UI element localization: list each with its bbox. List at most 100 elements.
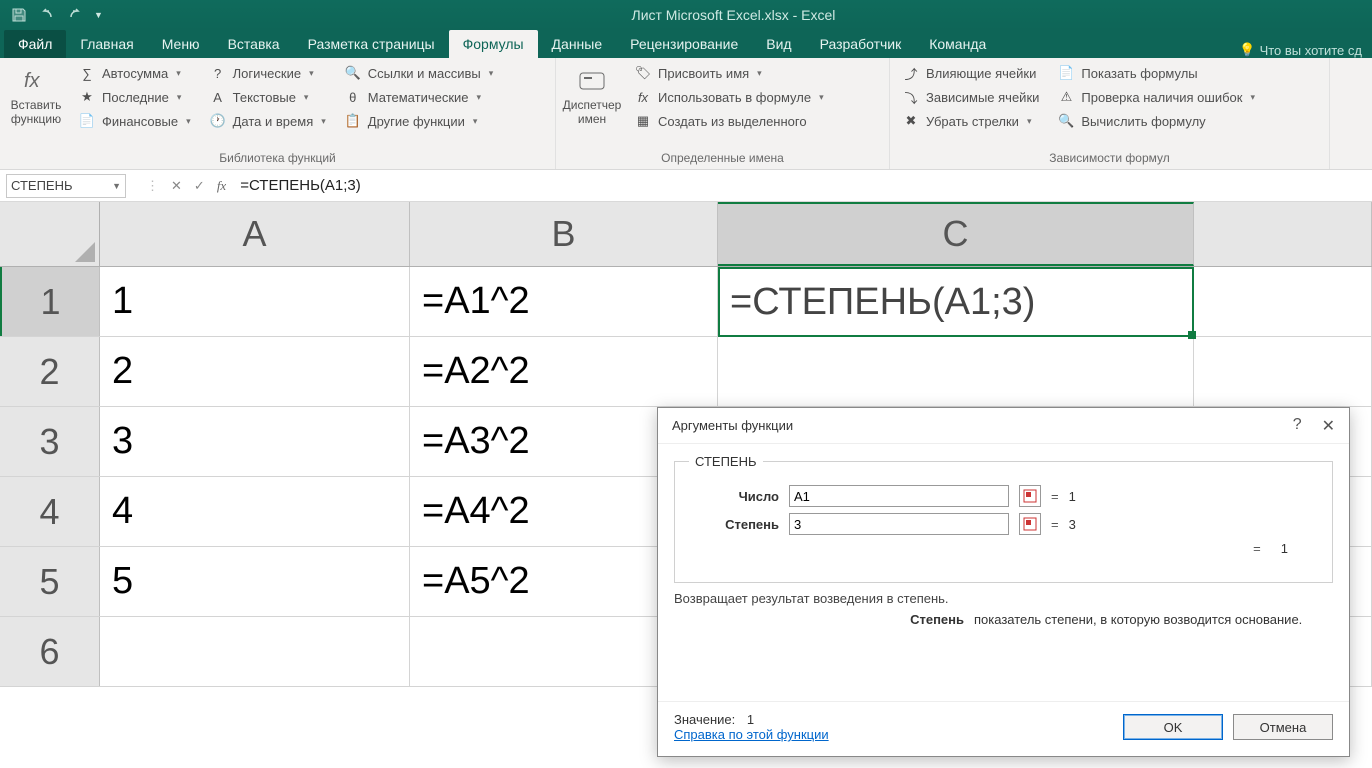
col-header-A[interactable]: A [100, 202, 410, 266]
function-name: СТЕПЕНЬ [689, 454, 763, 469]
show-formulas-button[interactable]: 📄Показать формулы [1051, 62, 1261, 84]
group-label-auditing: Зависимости формул [896, 149, 1323, 167]
define-name-button[interactable]: 🏷Присвоить имя▾ [628, 62, 830, 84]
quick-access-toolbar: ▼ [8, 4, 103, 26]
fx-icon[interactable]: fx [217, 178, 226, 194]
use-in-formula-button[interactable]: fxИспользовать в формуле▾ [628, 86, 830, 108]
group-defined-names: Диспетчер имен 🏷Присвоить имя▾ fxИспольз… [556, 58, 890, 169]
remove-arrows-button[interactable]: ✖Убрать стрелки▾ [896, 110, 1045, 132]
row-header-5[interactable]: 5 [0, 547, 100, 616]
equals-icon: = [1051, 517, 1059, 532]
tab-formulas[interactable]: Формулы [449, 30, 538, 58]
tab-review[interactable]: Рецензирование [616, 30, 752, 58]
tab-menu[interactable]: Меню [148, 30, 214, 58]
precedents-icon: ⤴ [902, 64, 920, 82]
range-select-icon[interactable] [1019, 485, 1041, 507]
trace-dependents-button[interactable]: ⤵Зависимые ячейки [896, 86, 1045, 108]
current-arg-name: Степень [674, 612, 974, 627]
help-icon[interactable]: ? [1293, 416, 1302, 436]
tab-home[interactable]: Главная [66, 30, 147, 58]
enter-icon[interactable]: ✓ [194, 178, 205, 194]
name-manager-label: Диспетчер имен [562, 98, 622, 126]
name-box[interactable]: СТЕПЕНЬ ▼ [6, 174, 126, 198]
datetime-button[interactable]: 🕐Дата и время▾ [203, 110, 332, 132]
row-2: 2 2 =A2^2 [0, 337, 1372, 407]
select-all-corner[interactable] [0, 202, 100, 266]
save-icon[interactable] [8, 4, 30, 26]
dialog-titlebar[interactable]: Аргументы функции ? ✕ [658, 408, 1349, 444]
cell-C1[interactable]: =СТЕПЕНЬ(A1;3) [718, 267, 1194, 337]
range-select-icon[interactable] [1019, 513, 1041, 535]
cell-D2[interactable] [1194, 337, 1372, 406]
arg1-input[interactable] [789, 485, 1009, 507]
cell-D1[interactable] [1194, 267, 1372, 336]
col-header-D[interactable] [1194, 202, 1372, 266]
create-from-selection-button[interactable]: ▦Создать из выделенного [628, 110, 830, 132]
cell-A3[interactable]: 3 [100, 407, 410, 476]
formula-bar: СТЕПЕНЬ ▼ ⋮ ✕ ✓ fx =СТЕПЕНЬ(A1;3) [0, 170, 1372, 202]
recently-used-button[interactable]: ★Последние▾ [72, 86, 197, 108]
undo-icon[interactable] [36, 4, 58, 26]
arg2-input[interactable] [789, 513, 1009, 535]
text-button[interactable]: AТекстовые▾ [203, 86, 332, 108]
tab-data[interactable]: Данные [538, 30, 617, 58]
insert-function-label: Вставить функцию [6, 98, 66, 126]
tab-file[interactable]: Файл [4, 30, 66, 58]
cell-C2[interactable] [718, 337, 1194, 406]
fx-small-icon: fx [634, 88, 652, 106]
tab-page-layout[interactable]: Разметка страницы [294, 30, 449, 58]
fx-icon: fx [18, 66, 54, 96]
cell-A1[interactable]: 1 [100, 267, 410, 336]
cell-B1[interactable]: =A1^2 [410, 267, 718, 336]
dependents-icon: ⤵ [902, 88, 920, 106]
group-formula-auditing: ⤴Влияющие ячейки ⤵Зависимые ячейки ✖Убра… [890, 58, 1330, 169]
lookup-button[interactable]: 🔍Ссылки и массивы▾ [338, 62, 499, 84]
row-header-3[interactable]: 3 [0, 407, 100, 476]
function-arguments-dialog: Аргументы функции ? ✕ СТЕПЕНЬ Число = 1 … [657, 407, 1350, 757]
name-box-dropdown-icon[interactable]: ▼ [112, 181, 121, 191]
window-title: Лист Microsoft Excel.xlsx - Excel [103, 7, 1364, 23]
logical-button[interactable]: ?Логические▾ [203, 62, 332, 84]
close-icon[interactable]: ✕ [1322, 416, 1335, 436]
tab-view[interactable]: Вид [752, 30, 805, 58]
tab-team[interactable]: Команда [915, 30, 1000, 58]
cancel-button[interactable]: Отмена [1233, 714, 1333, 740]
column-headers: A B C [0, 202, 1372, 267]
tab-insert[interactable]: Вставка [214, 30, 294, 58]
trace-precedents-button[interactable]: ⤴Влияющие ячейки [896, 62, 1045, 84]
cell-A6[interactable] [100, 617, 410, 686]
error-icon: ⚠ [1057, 88, 1075, 106]
autosum-button[interactable]: ∑Автосумма▾ [72, 62, 197, 84]
financial-button[interactable]: 📄Финансовые▾ [72, 110, 197, 132]
insert-function-button[interactable]: fx Вставить функцию [6, 62, 66, 149]
cell-A5[interactable]: 5 [100, 547, 410, 616]
qat-dropdown-icon[interactable]: ▼ [94, 10, 103, 20]
error-checking-button[interactable]: ⚠Проверка наличия ошибок▾ [1051, 86, 1261, 108]
name-manager-button[interactable]: Диспетчер имен [562, 62, 622, 149]
star-icon: ★ [78, 88, 96, 106]
bulb-icon: 💡 [1239, 42, 1255, 58]
row-header-1[interactable]: 1 [0, 267, 100, 336]
col-header-C[interactable]: C [718, 202, 1194, 266]
function-fieldset: СТЕПЕНЬ Число = 1 Степень = 3 = 1 [674, 454, 1333, 583]
help-link[interactable]: Справка по этой функции [674, 727, 829, 742]
svg-text:fx: fx [24, 70, 41, 92]
cancel-icon[interactable]: ✕ [171, 178, 182, 194]
redo-icon[interactable] [64, 4, 86, 26]
col-header-B[interactable]: B [410, 202, 718, 266]
cell-A2[interactable]: 2 [100, 337, 410, 406]
theta-icon: θ [344, 88, 362, 106]
cell-B2[interactable]: =A2^2 [410, 337, 718, 406]
row-header-2[interactable]: 2 [0, 337, 100, 406]
ok-button[interactable]: OK [1123, 714, 1223, 740]
more-functions-button[interactable]: 📋Другие функции▾ [338, 110, 499, 132]
evaluate-formula-button[interactable]: 🔍Вычислить формулу [1051, 110, 1261, 132]
tab-developer[interactable]: Разработчик [806, 30, 916, 58]
row-header-4[interactable]: 4 [0, 477, 100, 546]
row-header-6[interactable]: 6 [0, 617, 100, 686]
math-button[interactable]: θМатематические▾ [338, 86, 499, 108]
cell-A4[interactable]: 4 [100, 477, 410, 546]
formula-result-preview: 1 [1281, 541, 1288, 556]
formula-input[interactable]: =СТЕПЕНЬ(A1;3) [240, 177, 361, 194]
tell-me[interactable]: 💡 Что вы хотите сд [1239, 42, 1372, 58]
